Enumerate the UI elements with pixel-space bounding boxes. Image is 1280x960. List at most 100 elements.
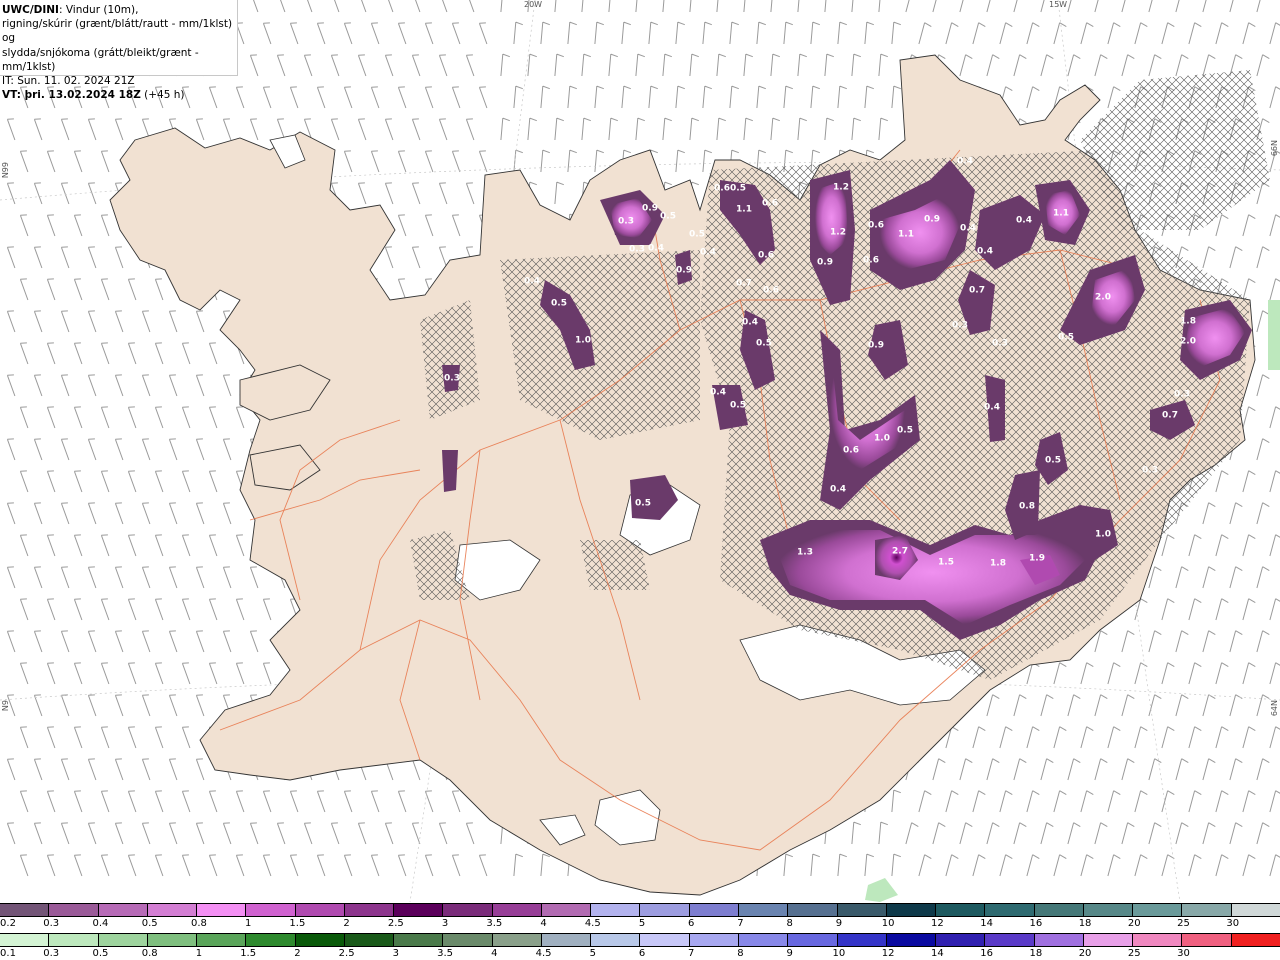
legend-swatch	[1231, 934, 1280, 946]
legend-label: 3	[441, 918, 449, 929]
product-desc: : Vindur (10m),	[58, 4, 139, 16]
legend-swatch	[295, 904, 345, 916]
precip-value-label: 0.4	[984, 403, 1000, 413]
legend-label: 7	[737, 918, 744, 929]
legend-label: 0.5	[92, 948, 109, 959]
legend-label: 0.5	[141, 918, 158, 929]
legend-label: 4.5	[584, 918, 601, 929]
desc-line-2: rigning/skúrir (grænt/blátt/rautt - mm/1…	[2, 18, 233, 45]
legend-label: 0.8	[141, 948, 158, 959]
precip-value-label: 0.7	[969, 286, 985, 296]
legend-swatch	[98, 934, 148, 946]
precip-value-label: 0.4	[524, 277, 540, 287]
legend-swatch	[738, 904, 789, 916]
map-area: 0.4 1.2 1.2 0.9 0.6 1.1 0.9 0.6 0.4 0.4 1.1 0.4 2.0 0…	[0, 0, 1280, 902]
precip-value-label: 1.8	[1180, 317, 1196, 327]
precip-value-label: 0.4	[648, 244, 664, 254]
precip-value-label: 2.7	[892, 547, 908, 557]
precip-value-label: 1.1	[736, 205, 752, 215]
precip-value-label: 1.8	[990, 559, 1006, 569]
precip-value-label: 0.5	[897, 426, 913, 436]
legend-label: 30	[1226, 918, 1240, 929]
legend-swatch	[246, 904, 296, 916]
precip-value-label: 0.9	[924, 215, 940, 225]
legend-label: 25	[1177, 918, 1190, 929]
legend-swatch	[394, 904, 444, 916]
legend-swatch	[1133, 904, 1183, 916]
legend-label: 10	[881, 918, 895, 929]
legend-label: 4	[491, 948, 498, 959]
legend-swatch	[1182, 934, 1232, 946]
legend-swatch	[738, 934, 789, 946]
valid-time: VT: þri. 13.02.2024 18Z	[2, 89, 141, 102]
legend-swatch	[837, 934, 887, 946]
legend-label: 8	[786, 918, 793, 929]
legend-swatch	[788, 904, 838, 916]
precip-value-label: 0.5	[660, 212, 676, 222]
precip-value-label: 0.9	[676, 266, 692, 276]
precip-value-label: 1.2	[833, 183, 849, 193]
legend-swatch	[492, 904, 542, 916]
legend-swatch	[837, 904, 887, 916]
lon-label-20w: 20W	[524, 0, 543, 9]
legend-label: 14	[980, 918, 993, 929]
precip-value-label: 0.4	[977, 247, 993, 257]
precip-value-label: 0.6	[714, 184, 730, 194]
legend-label: 30	[1177, 948, 1190, 959]
precip-value-label: 0.5	[730, 184, 746, 194]
legend-swatch	[1083, 934, 1134, 946]
legend-swatch	[98, 904, 148, 916]
precip-value-label: 0.9	[817, 258, 833, 268]
precip-value-label: 0.6	[863, 256, 879, 266]
legend-label: 3.5	[437, 948, 454, 959]
legend-label: 6	[688, 918, 695, 929]
legend-label: 0.3	[43, 918, 60, 929]
legend-label: 3.5	[486, 918, 503, 929]
precip-value-label: 0.3	[1142, 466, 1158, 476]
legend-label: 2	[343, 918, 350, 929]
lat-label-left-upper: N99	[1, 162, 10, 179]
legend-label: 16	[1029, 918, 1043, 929]
precip-value-label: 1.9	[1029, 554, 1045, 564]
legend-label: 1	[244, 918, 252, 929]
precip-value-label: 0.6	[843, 446, 859, 456]
precip-value-label: 2.0	[1180, 337, 1196, 347]
precip-value-label: 0.4	[957, 157, 973, 167]
precip-value-label: 0.5	[1058, 333, 1074, 343]
precip-value-label: 0.3	[629, 245, 645, 255]
legend-label: 2.5	[387, 918, 404, 929]
precip-value-label: 0.5	[551, 299, 567, 309]
legend-swatch	[197, 904, 247, 916]
precip-value-label: 0.9	[642, 204, 658, 214]
precip-value-label: 0.5	[635, 499, 651, 509]
legend-swatch	[541, 934, 592, 946]
legend-label: 6	[638, 948, 646, 959]
legend-swatch	[394, 934, 444, 946]
product-name: UWC/DINI	[2, 4, 59, 16]
legend-swatch	[1034, 934, 1084, 946]
precip-value-label: 0.5	[1045, 456, 1061, 466]
legend-label: 12	[931, 918, 944, 929]
legend-label: 18	[1078, 918, 1092, 929]
legend-label: 20	[1078, 948, 1092, 959]
legend-swatch	[640, 904, 690, 916]
precip-value-label: 1.1	[1053, 209, 1069, 219]
legend-label: 25	[1127, 948, 1141, 959]
legend-swatch	[788, 934, 838, 946]
legend-swatch	[689, 904, 739, 916]
legend-swatch	[197, 934, 247, 946]
precip-value-label: 0.5	[689, 230, 705, 240]
legend-label: 18	[1029, 948, 1043, 959]
legend-swatch	[492, 934, 542, 946]
legend-label: 5	[638, 918, 646, 929]
init-time: IT: Sun. 11. 02. 2024 21Z	[2, 75, 135, 88]
legend-swatch	[0, 934, 50, 946]
legend-label: 2	[294, 948, 301, 959]
legend-swatch	[1133, 934, 1183, 946]
rain-patch-east	[1268, 300, 1280, 370]
legend-swatch	[443, 904, 493, 916]
legend-swatch	[591, 904, 641, 916]
legend-label: 3	[392, 948, 400, 959]
legend-swatch	[689, 934, 739, 946]
legend-label: 1.5	[240, 948, 257, 959]
